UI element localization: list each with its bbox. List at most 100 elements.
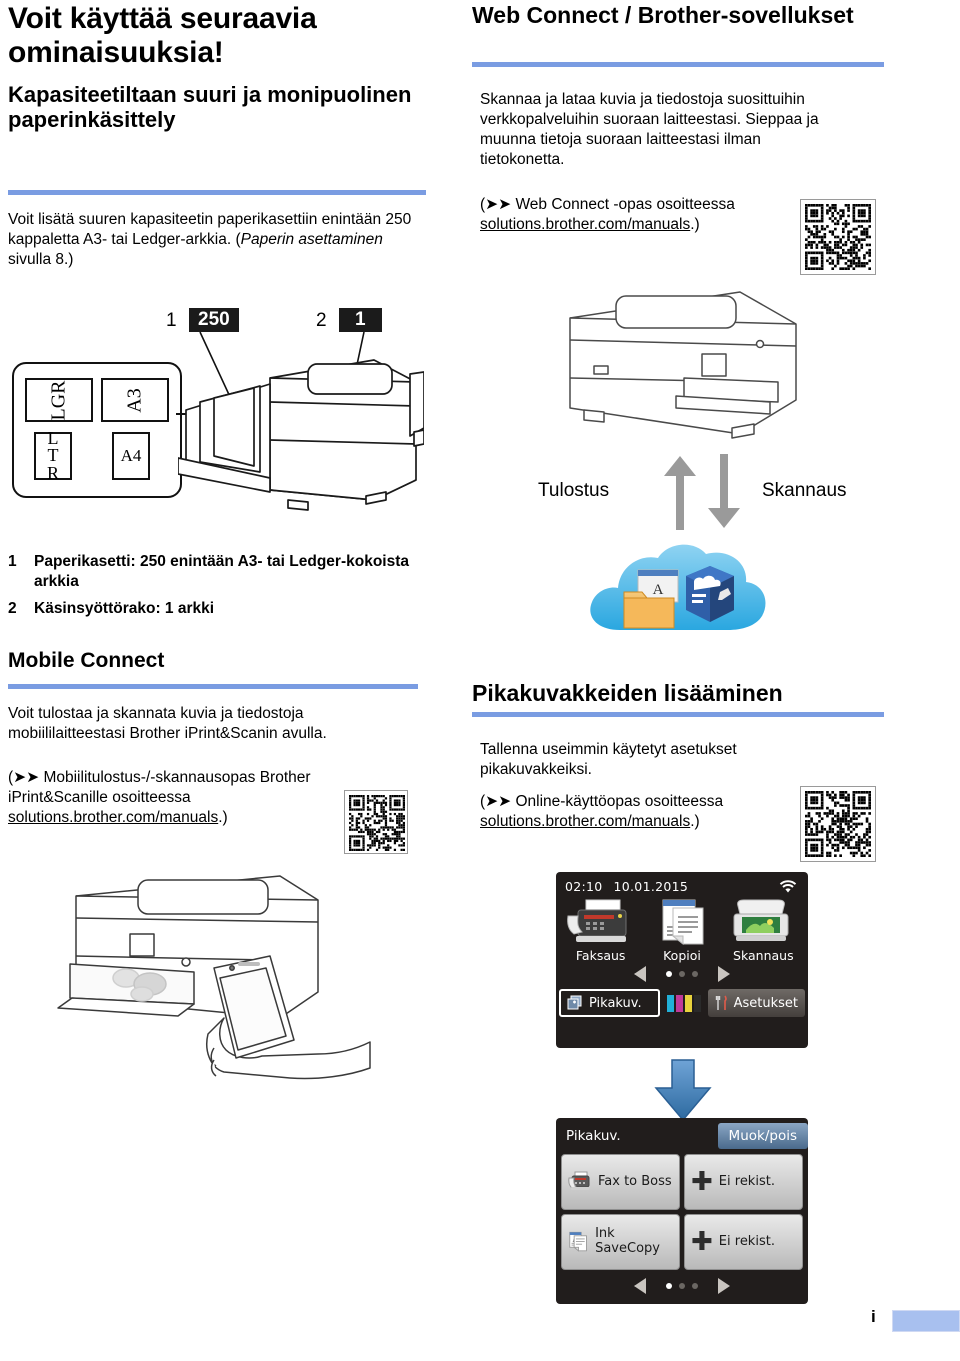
svg-text:A: A — [653, 582, 664, 598]
arrow-down-transition-icon — [654, 1059, 712, 1122]
edit-delete-button[interactable]: Muok/pois — [717, 1123, 808, 1149]
printer-with-tray-illustration — [178, 359, 424, 511]
divider-webconnect — [472, 62, 884, 67]
page-dots — [666, 971, 698, 977]
qr-code-shortcuts[interactable] — [800, 786, 876, 862]
lcd-time: 02:10 — [565, 878, 603, 894]
lcd-status-bar: 02:10 10.01.2015 — [556, 872, 808, 896]
mobile-ref-text: Mobiilitulostus-/-skannausopas Brother i… — [8, 769, 311, 807]
scan-icon — [733, 899, 789, 941]
paper-size-key: LGR A3 LTR A4 — [12, 362, 182, 498]
page-title: Voit käyttää seuraavia ominaisuuksia! — [8, 2, 317, 69]
mobile-ref-link[interactable]: solutions.brother.com/manuals — [8, 809, 218, 826]
sc-ref-text: Online-käyttöopas osoitteessa — [511, 793, 724, 810]
shortcut-slot-4-empty[interactable]: ✚ Ei rekist. — [684, 1214, 803, 1270]
cloud-services-icon: A — [590, 544, 766, 630]
spec-2-text: Käsinsyöttörako: 1 arkki — [34, 599, 215, 617]
shortcuts-reference: (➤➤ Online-käyttöopas osoitteessa soluti… — [480, 792, 780, 832]
shortcut-slot-2-empty[interactable]: ✚ Ei rekist. — [684, 1154, 803, 1210]
callout-1: 1 250 — [166, 308, 239, 332]
shortcut-button-label: Pikakuv. — [589, 995, 642, 1011]
prev-page-arrow-icon[interactable] — [634, 1278, 646, 1294]
section-web-connect: Web Connect / Brother-sovellukset — [472, 2, 884, 28]
callout-1-number: 1 — [166, 309, 177, 331]
paper-body-2: sivulla 8.) — [8, 251, 74, 269]
qr-code-webconnect[interactable] — [800, 199, 876, 275]
paper-size-ltr: LTR — [34, 427, 72, 483]
paper-size-ltr-letters: LTR — [46, 427, 59, 483]
section-heading-webconnect: Web Connect / Brother-sovellukset — [472, 2, 854, 28]
shortcut-slot-2-label: Ei rekist. — [718, 1173, 775, 1189]
web-ref-close: .) — [690, 216, 700, 234]
label-scan: Skannaus — [762, 480, 847, 501]
lcd-tile-fax-label: Faksaus — [575, 948, 626, 963]
lcd-tile-copy[interactable]: A Kopioi — [645, 898, 719, 963]
callout-2: 2 1 — [316, 308, 382, 332]
mobile-reference: (➤➤ Mobiilitulostus-/-skannausopas Broth… — [8, 768, 330, 828]
web-ref-link[interactable]: solutions.brother.com/manuals — [480, 216, 690, 233]
shortcuts-body-text: Tallenna useimmin käytetyt asetukset pik… — [480, 740, 780, 780]
shortcuts-body: Tallenna useimmin käytetyt asetukset pik… — [480, 741, 737, 779]
webconnect-body-text: Skannaa ja lataa kuvia ja tiedostoja suo… — [480, 90, 840, 171]
double-arrow-icon: ➤➤ — [13, 769, 40, 786]
arrow-down-scan-icon — [708, 454, 740, 528]
lcd-bottom-bar: Pikakuv. Asetukset — [556, 986, 808, 1020]
web-ref-text: Web Connect -opas osoitteessa — [511, 196, 735, 213]
callout-2-number: 2 — [316, 309, 327, 331]
lcd-home-pager — [556, 963, 808, 986]
next-page-arrow-icon[interactable] — [718, 1278, 730, 1294]
callout-2-badge: 1 — [339, 308, 382, 332]
wifi-icon — [777, 878, 799, 894]
shortcut-slot-3[interactable]: A Ink SaveCopy — [561, 1214, 680, 1270]
page-title-block: Voit käyttää seuraavia ominaisuuksia! — [8, 2, 426, 69]
manual-page: Voit käyttää seuraavia ominaisuuksia! Ka… — [0, 0, 960, 1361]
page-folio: i — [871, 1307, 876, 1326]
mobile-ref-close: .) — [218, 809, 228, 827]
gear-icon — [715, 995, 727, 1010]
label-print: Tulostus — [538, 480, 610, 501]
lcd-shortcut-grid: Fax to Boss ✚ Ei rekist. A Ink SaveCopy — [556, 1154, 808, 1270]
fax-icon — [568, 1171, 590, 1190]
printer-and-phone-illustration — [57, 875, 371, 1080]
shortcut-slot-3-label: Ink SaveCopy — [595, 1226, 660, 1256]
spec-1-number: 1 — [8, 553, 17, 570]
settings-button-label: Asetukset — [733, 995, 798, 1011]
lcd-shortcut-header: Pikakuv. Muok/pois — [556, 1118, 808, 1154]
shortcut-slot-1[interactable]: Fax to Boss — [561, 1154, 680, 1210]
divider-mobile — [8, 684, 418, 689]
shortcut-button[interactable]: Pikakuv. — [559, 989, 660, 1017]
spec-2-number: 2 — [8, 599, 17, 617]
lcd-tile-scan[interactable]: Skannaus — [726, 898, 800, 963]
lcd-tile-fax[interactable]: Faksaus — [564, 898, 638, 963]
prev-page-arrow-icon[interactable] — [634, 966, 646, 982]
spec-item-2: 2 Käsinsyöttörako: 1 arkki — [8, 599, 428, 619]
spec-list: 1 Paperikasetti: 250 enintään A3- tai Le… — [8, 552, 428, 625]
printer-illustration-cloud — [569, 291, 797, 439]
qr-code-mobile[interactable] — [344, 790, 408, 854]
lcd-date: 10.01.2015 — [613, 878, 689, 894]
paper-body-italic: Paperin asettaminen — [240, 231, 383, 249]
section-heading-shortcuts: Pikakuvakkeiden lisääminen — [472, 680, 783, 706]
mobile-body: Voit tulostaa ja skannata kuvia ja tiedo… — [8, 705, 327, 743]
fax-icon — [566, 899, 627, 942]
copy-icon: A — [569, 1231, 587, 1252]
section-paper-handling: Kapasiteetiltaan suuri ja monipuolinen p… — [8, 82, 426, 132]
mobile-body-text: Voit tulostaa ja skannata kuvia ja tiedo… — [8, 704, 422, 744]
divider-shortcuts — [472, 712, 884, 717]
lcd-home-screen[interactable]: 02:10 10.01.2015 Faksaus Kopioi Skannaus… — [556, 872, 808, 1048]
arrow-up-print-icon — [664, 456, 696, 530]
sc-ref-link[interactable]: solutions.brother.com/manuals — [480, 813, 690, 830]
lcd-shortcut-title: Pikakuv. — [566, 1128, 621, 1144]
lcd-shortcut-screen[interactable]: Pikakuv. Muok/pois Fax to Boss ✚ Ei reki… — [556, 1118, 808, 1304]
lcd-tile-copy-label: Kopioi — [663, 948, 701, 963]
copy-icon: A — [662, 899, 704, 946]
divider-paper — [8, 190, 426, 195]
plus-icon: ✚ — [691, 1166, 713, 1197]
next-page-arrow-icon[interactable] — [718, 966, 730, 982]
section-mobile-connect: Mobile Connect — [8, 649, 164, 673]
lcd-shortcut-pager — [556, 1270, 808, 1298]
shortcut-icon — [567, 995, 582, 1010]
ink-level-indicator[interactable] — [662, 989, 706, 1017]
callout-1-badge: 250 — [189, 308, 239, 332]
settings-button[interactable]: Asetukset — [707, 989, 805, 1017]
